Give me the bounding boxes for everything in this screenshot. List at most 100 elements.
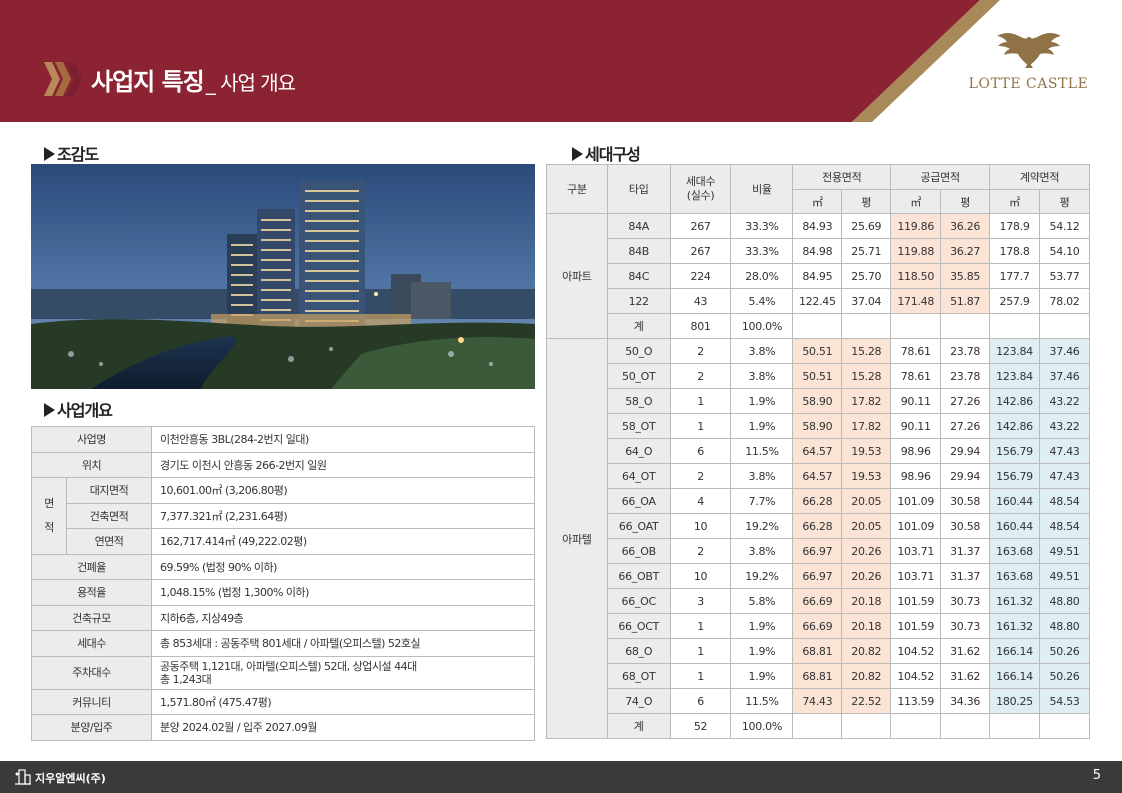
unit-ratio-cell: 11.5% [730,438,794,464]
header-supply-area: 공급면적 [890,164,991,190]
lotte-castle-logo: LOTTE CASTLE [966,30,1091,92]
area-group-label-top: 면 [44,496,54,510]
empty-cell [841,713,892,739]
supply-sqm-cell: 118.50 [890,263,942,289]
overview-value-line1: 공동주택 1,121대, 아파텔(오피스텔) 52대, 상업시설 44대 [160,659,417,673]
table-row: 아파텔 50_O 2 3.8% 50.51 15.28 78.61 23.78 123.84 37… [546,338,1090,739]
unit-type-cell: 84A [606,213,671,239]
exclusive-pyeong-cell: 22.52 [841,688,892,714]
header-exclusive-area: 전용면적 [792,164,892,190]
overview-label: 용적율 [31,579,152,606]
contract-sqm-cell: 123.84 [989,363,1040,389]
overview-value: 162,717.414㎡ (49,222.02평) [151,528,535,555]
aerial-rendering-image [31,164,535,389]
unit-count-cell: 43 [669,288,732,314]
unit-count-cell: 2 [669,463,732,489]
header-contract-area: 계약면적 [989,164,1090,190]
section-title-aerial-text: 조감도 [57,145,99,164]
unit-type-cell: 74_O [606,688,671,714]
contract-pyeong-cell: 37.46 [1039,363,1090,389]
unit-ratio-cell: 33.3% [730,213,794,239]
project-overview-table: 사업명 이천안흥동 3BL(284-2번지 일대) 위치 경기도 이천시 안흥동… [31,426,535,741]
contract-pyeong-cell: 49.51 [1039,538,1090,564]
eagle-logo-icon [996,32,1061,68]
contract-sqm-cell: 163.68 [989,538,1040,564]
contract-sqm-cell: 163.68 [989,563,1040,589]
total-row: 계 801 100.0% [547,313,1090,339]
supply-pyeong-cell: 34.36 [940,688,991,714]
exclusive-pyeong-cell: 17.82 [841,413,892,439]
unit-ratio-cell: 3.8% [730,538,794,564]
unit-ratio-cell: 1.9% [730,663,794,689]
table-row: 66_OA 4 7.7% 66.28 20.05 101.09 30.58 160.44 48.… [547,488,1090,514]
unit-count-cell: 1 [669,638,732,664]
header-type: 타입 [606,164,671,214]
contract-sqm-cell: 178.8 [989,238,1040,264]
exclusive-pyeong-cell: 15.28 [841,338,892,364]
unit-ratio-cell: 11.5% [730,688,794,714]
total-label-cell: 계 [606,313,671,339]
contract-pyeong-cell: 78.02 [1039,288,1090,314]
supply-sqm-cell: 101.09 [890,513,942,539]
unit-count-cell: 10 [669,513,732,539]
table-row: 122 43 5.4% 122.45 37.04 171.48 51.87 257.9 78.0… [547,288,1090,314]
unit-count-cell: 6 [669,688,732,714]
supply-sqm-cell: 103.71 [890,563,942,589]
supply-sqm-cell: 98.96 [890,463,942,489]
apartel-rows: 아파텔 50_O 2 3.8% 50.51 15.28 78.61 23.78 123.84 37… [546,338,1090,739]
overview-label: 커뮤니티 [31,688,152,715]
table-row: 분양/입주 분양 2024.02월 / 입주 2027.09월 [31,714,535,741]
table-row: 66_OB 2 3.8% 66.97 20.26 103.71 31.37 163.68 49.… [547,538,1090,564]
supply-sqm-cell: 171.48 [890,288,942,314]
unit-count-cell: 267 [669,238,732,264]
exclusive-sqm-cell: 66.28 [792,488,843,514]
page-subtitle: _ 사업 개요 [205,71,296,95]
supply-pyeong-cell: 27.26 [940,413,991,439]
overview-value: 10,601.00㎡ (3,206.80평) [151,477,535,504]
triangle-bullet-icon [44,147,55,161]
overview-label: 위치 [31,451,152,478]
unit-type-cell: 68_O [606,638,671,664]
exclusive-sqm-cell: 58.90 [792,388,843,414]
contract-pyeong-cell: 48.54 [1039,513,1090,539]
exclusive-sqm-cell: 64.57 [792,463,843,489]
contract-sqm-cell: 142.86 [989,413,1040,439]
unit-count-cell: 6 [669,438,732,464]
contract-sqm-cell: 156.79 [989,463,1040,489]
unit-ratio-cell: 19.2% [730,513,794,539]
triangle-bullet-icon [572,147,583,161]
exclusive-sqm-cell: 68.81 [792,663,843,689]
overview-label: 건폐율 [31,553,152,580]
page-title-main: 사업지 특징 [91,68,205,96]
exclusive-sqm-cell: 84.98 [792,238,843,264]
contract-sqm-cell: 142.86 [989,388,1040,414]
unit-count-cell: 1 [669,413,732,439]
empty-cell [792,713,843,739]
overview-value: 이천안흥동 3BL(284-2번지 일대) [151,426,535,453]
header-red-band [0,0,980,122]
supply-sqm-cell: 103.71 [890,538,942,564]
empty-cell [940,713,991,739]
exclusive-pyeong-cell: 25.71 [841,238,892,264]
apartment-rows: 아파트 84A 267 33.3% 84.93 25.69 119.86 36.26 178.9… [546,213,1090,339]
contract-pyeong-cell: 50.26 [1039,638,1090,664]
unit-count-cell: 2 [669,538,732,564]
contract-sqm-cell: 161.32 [989,613,1040,639]
supply-sqm-cell: 90.11 [890,413,942,439]
exclusive-pyeong-cell: 20.05 [841,488,892,514]
supply-sqm-cell: 90.11 [890,388,942,414]
table-row: 세대수 총 853세대 : 공동주택 801세대 / 아파텔(오피스텔) 52호… [31,630,535,657]
supply-pyeong-cell: 51.87 [940,288,991,314]
table-header-row: 구분 타입 세대수 (실수) 비율 전용면적 공급면적 계약면적 [546,164,1090,214]
supply-pyeong-cell: 31.62 [940,638,991,664]
table-row: 58_OT 1 1.9% 58.90 17.82 90.11 27.26 142.86 43.2… [547,413,1090,439]
unit-ratio-cell: 19.2% [730,563,794,589]
table-row: 아파트 84A 267 33.3% 84.93 25.69 119.86 36.26 178.9… [546,213,1090,339]
exclusive-sqm-cell: 64.57 [792,438,843,464]
contract-pyeong-cell: 48.80 [1039,588,1090,614]
header-households-line1: 세대수 [685,175,716,188]
section-title-aerial: 조감도 [44,141,99,165]
exclusive-pyeong-cell: 20.18 [841,613,892,639]
unit-count-cell: 4 [669,488,732,514]
header-sqm: ㎡ [792,189,843,214]
